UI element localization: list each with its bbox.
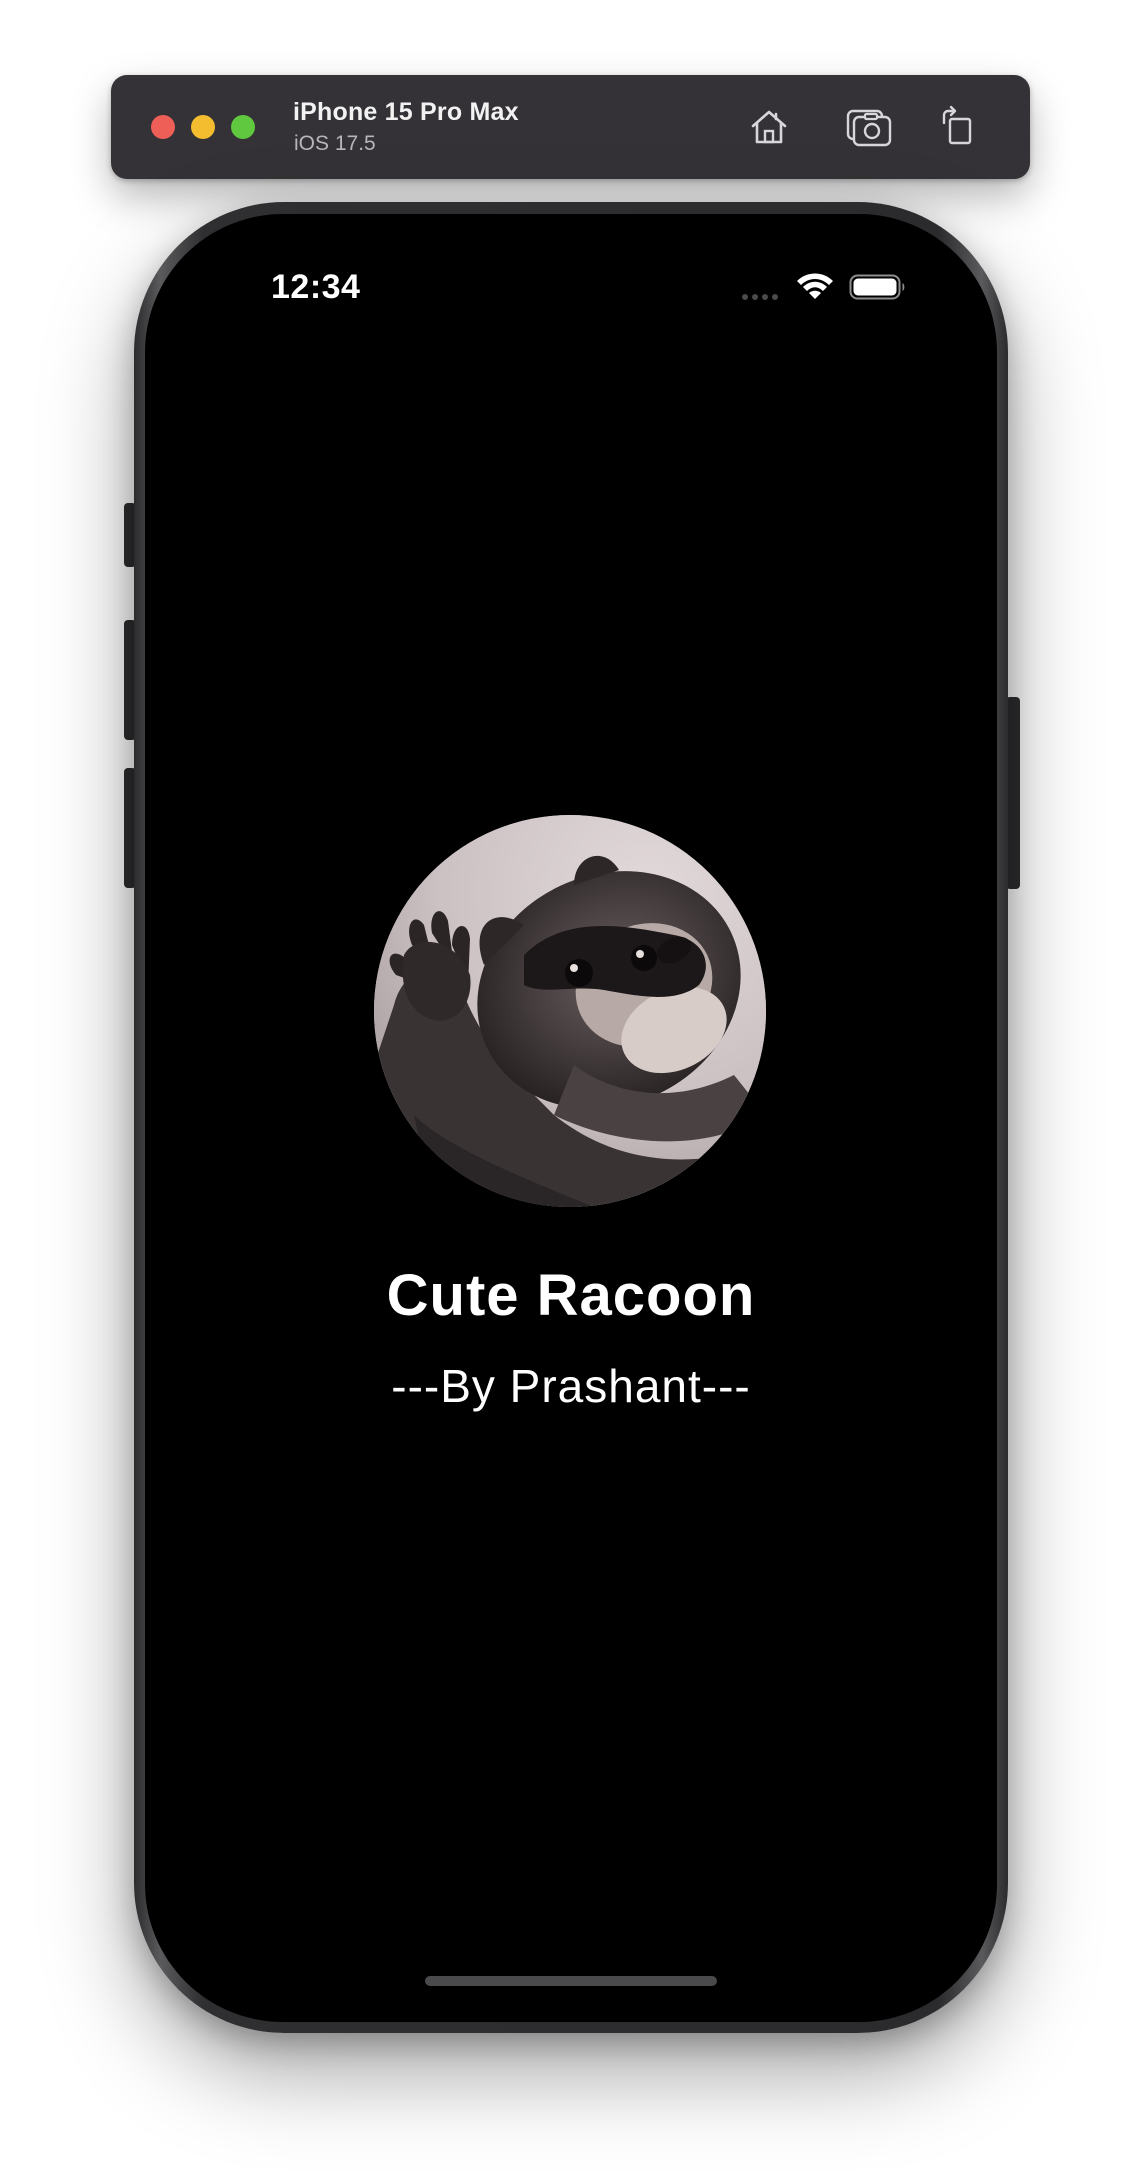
camera-icon xyxy=(846,109,892,147)
power-button xyxy=(1006,697,1020,889)
app-subtitle: ---By Prashant--- xyxy=(391,1360,751,1412)
simulator-toolbar: iPhone 15 Pro Max iOS 17.5 xyxy=(111,75,1030,179)
window-close-button[interactable] xyxy=(151,115,175,139)
home-indicator[interactable] xyxy=(425,1976,717,1986)
status-time: 12:34 xyxy=(271,268,361,306)
battery-full-icon xyxy=(849,274,905,300)
rotate-icon xyxy=(942,105,972,145)
device-name: iPhone 15 Pro Max xyxy=(293,98,519,126)
simulator-window: iPhone 15 Pro Max iOS 17.5 12:34 Cute Ra… xyxy=(0,0,1142,2184)
window-zoom-button[interactable] xyxy=(231,115,255,139)
racoon-image xyxy=(374,815,766,1207)
wifi-icon xyxy=(797,273,833,299)
home-button[interactable] xyxy=(743,101,795,153)
window-minimize-button[interactable] xyxy=(191,115,215,139)
os-version: iOS 17.5 xyxy=(294,132,376,155)
device-screen: 12:34 Cute Racoon ---By Prashant--- xyxy=(145,214,997,2022)
screenshot-button[interactable] xyxy=(843,101,895,153)
home-icon xyxy=(751,110,787,144)
rotate-button[interactable] xyxy=(934,101,986,153)
app-title: Cute Racoon xyxy=(386,1263,756,1328)
